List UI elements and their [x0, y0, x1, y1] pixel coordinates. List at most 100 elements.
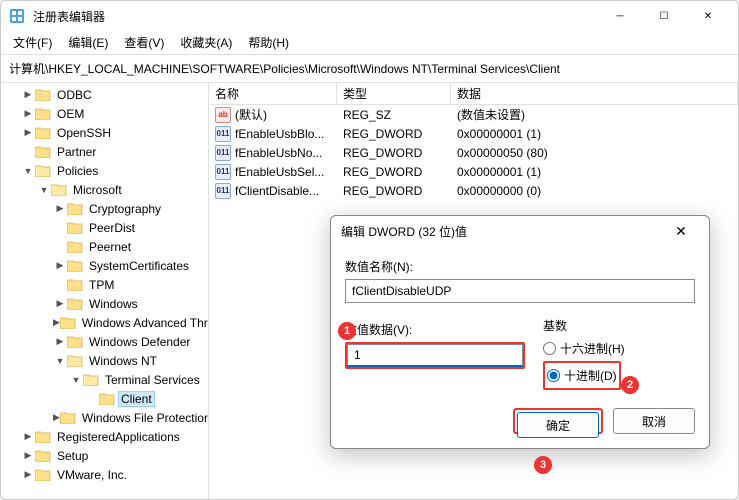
value-name-field[interactable]: [345, 279, 695, 303]
value-name: fEnableUsbNo...: [235, 146, 322, 160]
menubar: 文件(F) 编辑(E) 查看(V) 收藏夹(A) 帮助(H): [1, 31, 738, 55]
app-icon: [9, 8, 25, 24]
menu-file[interactable]: 文件(F): [5, 32, 60, 53]
value-type: REG_DWORD: [337, 146, 451, 160]
maximize-button[interactable]: ☐: [642, 2, 686, 30]
expand-arrow-icon[interactable]: ▼: [53, 356, 67, 366]
tree-item[interactable]: ▶SystemCertificates: [1, 256, 208, 275]
tree-item-label: Peernet: [87, 240, 133, 254]
expand-arrow-icon[interactable]: ▶: [53, 203, 67, 214]
folder-icon: [83, 373, 99, 387]
radio-dec[interactable]: 十进制(D): [547, 367, 617, 384]
tree-item-label: Windows File Protection: [80, 411, 209, 425]
tree-item-label: ODBC: [55, 88, 94, 102]
expand-arrow-icon[interactable]: ▼: [37, 185, 51, 195]
tree-item[interactable]: ▼ Policies: [1, 161, 208, 180]
folder-icon: [51, 183, 67, 197]
radio-hex-input[interactable]: [543, 342, 556, 355]
tree-item-label: Partner: [55, 145, 98, 159]
tree-item[interactable]: ▼Windows NT: [1, 351, 208, 370]
folder-icon: [35, 449, 51, 463]
tree-item[interactable]: Client: [1, 389, 208, 408]
expand-arrow-icon[interactable]: ▶: [53, 336, 67, 347]
list-row[interactable]: 011fEnableUsbSel...REG_DWORD0x00000001 (…: [209, 162, 738, 181]
value-name: fClientDisable...: [235, 184, 319, 198]
tree-item-label: OEM: [55, 107, 86, 121]
menu-edit[interactable]: 编辑(E): [60, 32, 116, 53]
value-data-label: 数值数据(V):: [345, 321, 525, 338]
expand-arrow-icon[interactable]: ▶: [21, 431, 35, 442]
tree-item[interactable]: PeerDist: [1, 218, 208, 237]
tree-item[interactable]: ▼ Terminal Services: [1, 370, 208, 389]
tree-item[interactable]: ▼ Microsoft: [1, 180, 208, 199]
col-header-name[interactable]: 名称: [209, 83, 337, 104]
tree-item[interactable]: ▶ Windows Advanced Threat Protection: [1, 313, 208, 332]
tree-item[interactable]: ▶ OEM: [1, 104, 208, 123]
tree-item-label: RegisteredApplications: [55, 430, 182, 444]
tree-item-label: Setup: [55, 449, 90, 463]
tree-item[interactable]: Peernet: [1, 237, 208, 256]
folder-icon: [35, 145, 51, 159]
tree-item[interactable]: ▶ Windows File Protection: [1, 408, 208, 427]
expand-arrow-icon[interactable]: ▶: [21, 127, 35, 138]
radio-dec-input[interactable]: [547, 369, 560, 382]
tree-item[interactable]: ▶Windows Defender: [1, 332, 208, 351]
dialog-close-button[interactable]: ✕: [663, 223, 699, 240]
binary-value-icon: 011: [215, 145, 231, 161]
list-row[interactable]: ab(默认)REG_SZ(数值未设置): [209, 105, 738, 124]
expand-arrow-icon[interactable]: ▶: [21, 469, 35, 480]
expand-arrow-icon[interactable]: ▼: [21, 166, 35, 176]
menu-help[interactable]: 帮助(H): [240, 32, 297, 53]
list-row[interactable]: 011fClientDisable...REG_DWORD0x00000000 …: [209, 181, 738, 200]
tree-item[interactable]: ▶VMware, Inc.: [1, 465, 208, 484]
expand-arrow-icon[interactable]: ▶: [53, 317, 60, 328]
list-row[interactable]: 011fEnableUsbNo...REG_DWORD0x00000050 (8…: [209, 143, 738, 162]
tree-view[interactable]: ▶ ODBC ▶ OEM ▶OpenSSH Partner ▼ Policies ▼ Micros…: [1, 83, 209, 499]
folder-icon: [67, 202, 83, 216]
list-row[interactable]: 011fEnableUsbBlo...REG_DWORD0x00000001 (…: [209, 124, 738, 143]
expand-arrow-icon[interactable]: ▶: [53, 412, 60, 423]
value-data-field[interactable]: [347, 344, 523, 367]
radio-hex[interactable]: 十六进制(H): [543, 340, 695, 357]
menu-view[interactable]: 查看(V): [116, 32, 172, 53]
expand-arrow-icon[interactable]: ▶: [21, 450, 35, 461]
tree-item-label: Policies: [55, 164, 100, 178]
dialog-title-text: 编辑 DWORD (32 位)值: [341, 223, 467, 240]
tree-item-label: Terminal Services: [103, 373, 202, 387]
tree-item-label: Microsoft: [71, 183, 124, 197]
cancel-button[interactable]: 取消: [613, 408, 695, 434]
col-header-data[interactable]: 数据: [451, 83, 738, 104]
expand-arrow-icon[interactable]: ▶: [21, 89, 35, 100]
col-header-type[interactable]: 类型: [337, 83, 451, 104]
binary-value-icon: 011: [215, 164, 231, 180]
tree-item-label: Windows Advanced Threat Protection: [80, 316, 209, 330]
ok-button[interactable]: 确定: [517, 412, 599, 438]
window-title: 注册表编辑器: [33, 8, 598, 25]
tree-item[interactable]: TPM: [1, 275, 208, 294]
callout-2: 2: [621, 376, 639, 394]
address-bar[interactable]: 计算机\HKEY_LOCAL_MACHINE\SOFTWARE\Policies…: [1, 55, 738, 83]
tree-item[interactable]: Partner: [1, 142, 208, 161]
expand-arrow-icon[interactable]: ▼: [69, 375, 83, 385]
titlebar: 注册表编辑器 ─ ☐ ✕: [1, 1, 738, 31]
menu-favorites[interactable]: 收藏夹(A): [172, 32, 240, 53]
expand-arrow-icon[interactable]: ▶: [53, 260, 67, 271]
tree-item[interactable]: ▶ ODBC: [1, 85, 208, 104]
expand-arrow-icon[interactable]: ▶: [53, 298, 67, 309]
annotation-box-3: 确定: [513, 408, 603, 434]
binary-value-icon: 011: [215, 126, 231, 142]
expand-arrow-icon[interactable]: ▶: [21, 108, 35, 119]
close-button[interactable]: ✕: [686, 2, 730, 30]
minimize-button[interactable]: ─: [598, 2, 642, 30]
dialog-titlebar: 编辑 DWORD (32 位)值 ✕: [331, 216, 709, 246]
folder-icon: [35, 88, 51, 102]
tree-item[interactable]: ▶Cryptography: [1, 199, 208, 218]
folder-icon: [67, 221, 83, 235]
tree-item[interactable]: ▶OpenSSH: [1, 123, 208, 142]
tree-item[interactable]: ▶ Setup: [1, 446, 208, 465]
tree-item[interactable]: ▶Windows: [1, 294, 208, 313]
address-text: 计算机\HKEY_LOCAL_MACHINE\SOFTWARE\Policies…: [9, 60, 560, 77]
folder-icon: [67, 354, 83, 368]
folder-icon: [35, 164, 51, 178]
tree-item[interactable]: ▶ RegisteredApplications: [1, 427, 208, 446]
